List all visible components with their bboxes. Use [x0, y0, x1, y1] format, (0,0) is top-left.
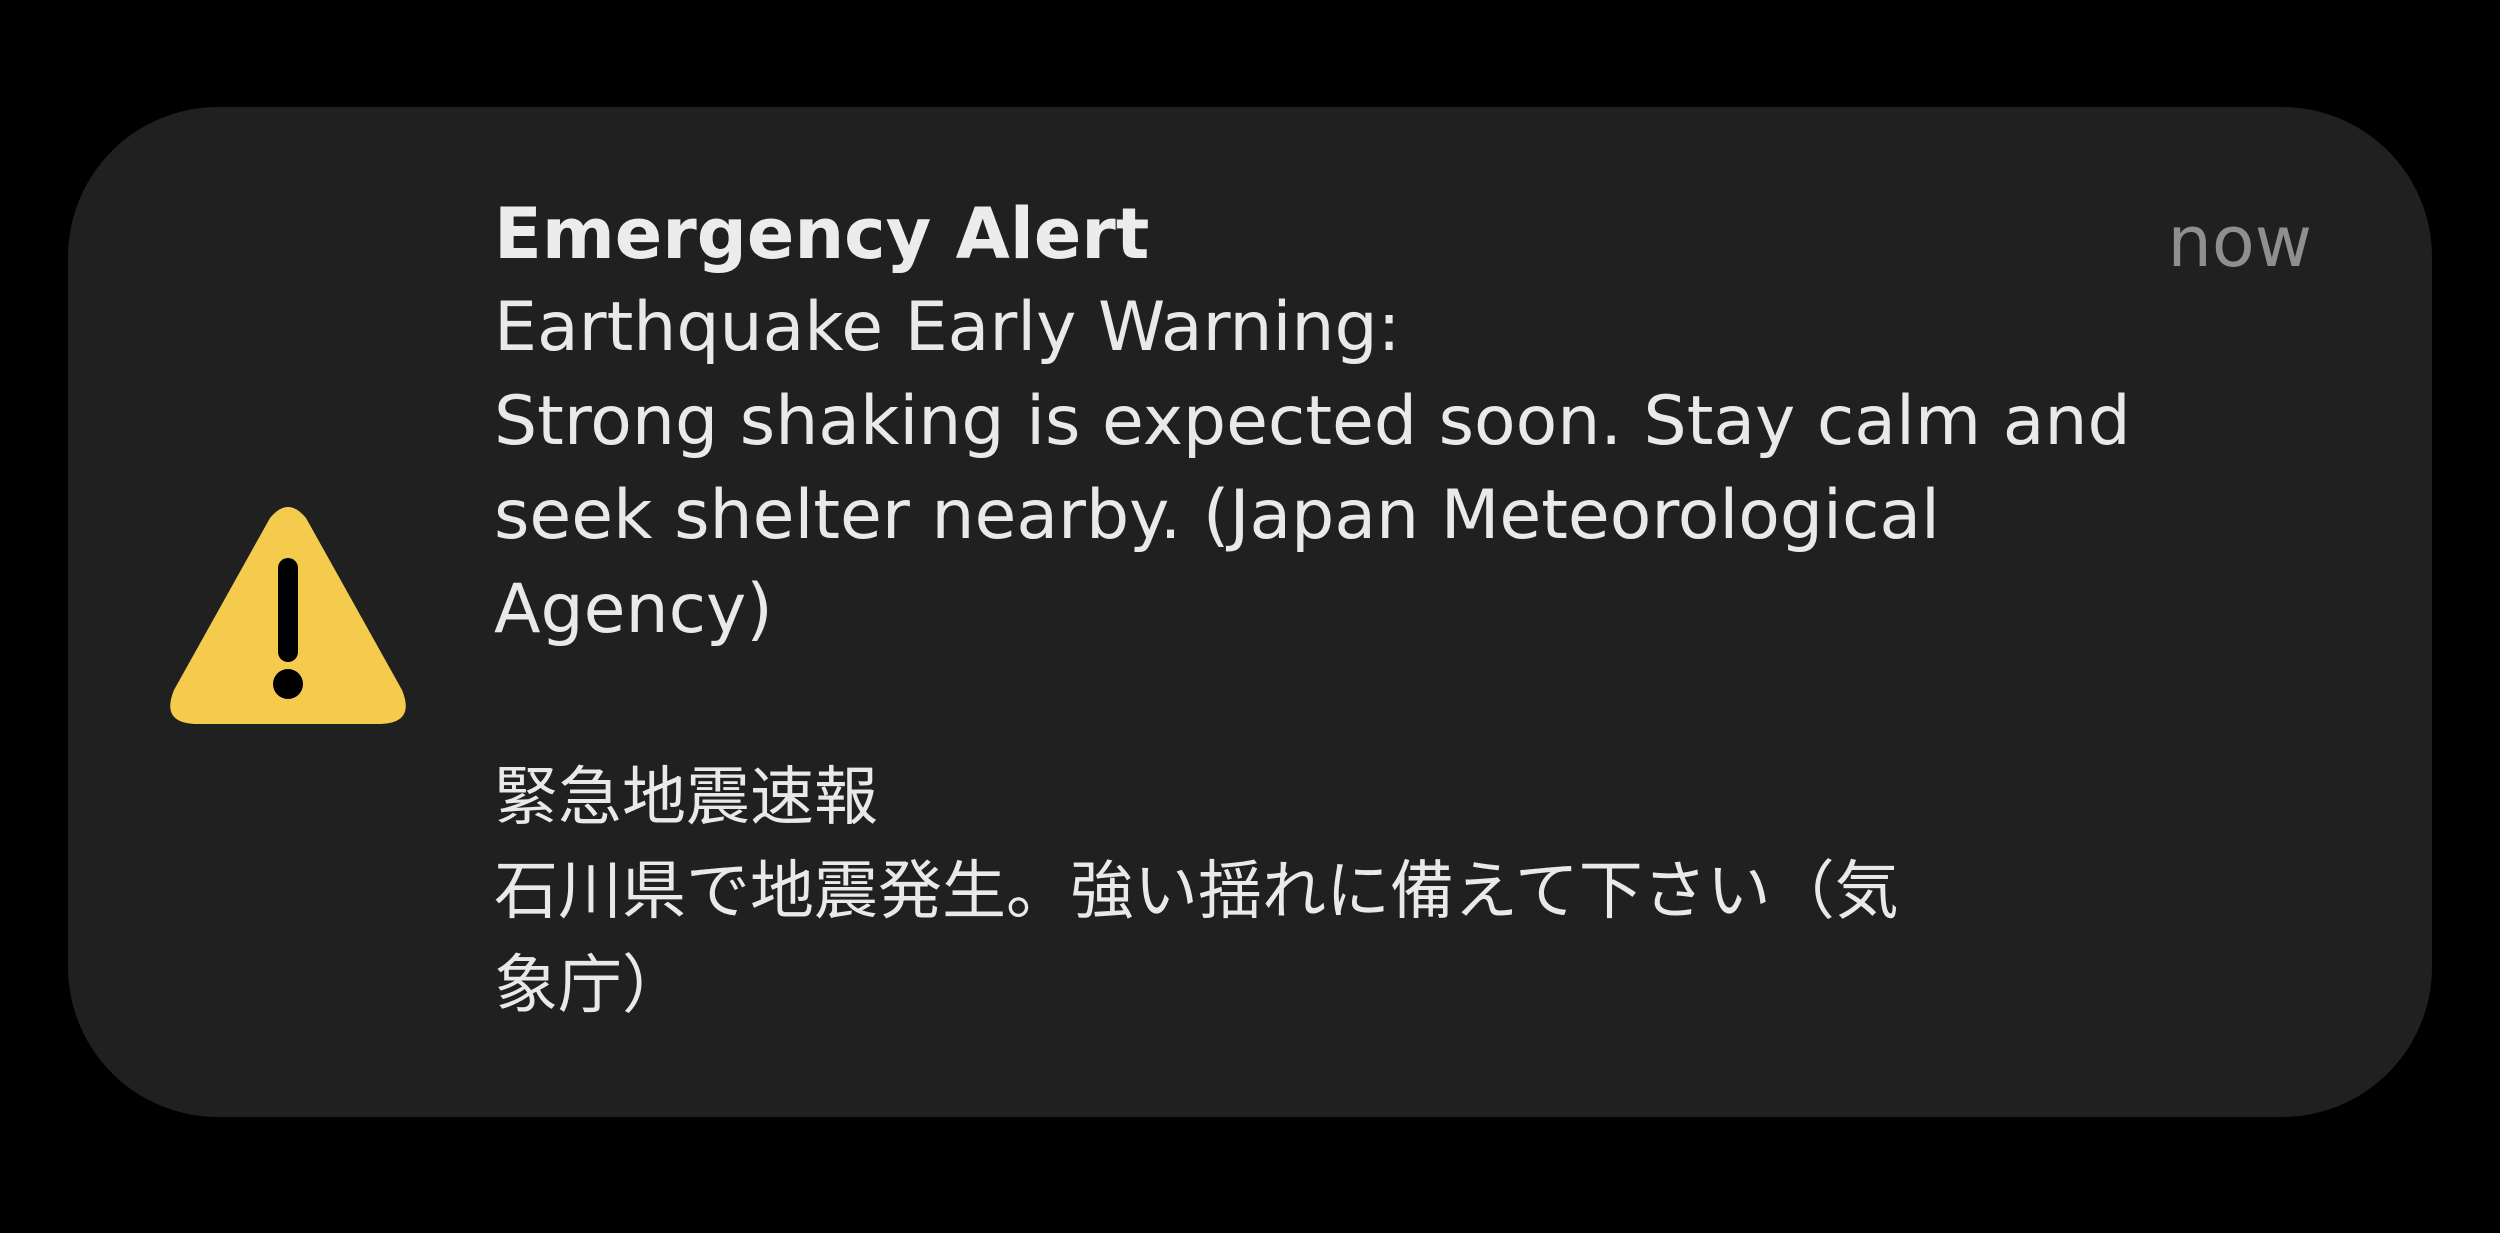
body-en-line: seek shelter nearby. (Japan Meteorologic… — [494, 476, 1940, 555]
warning-triangle-icon — [170, 507, 406, 724]
body-ja-heading: 緊急地震速報 — [494, 761, 878, 835]
notification-content: Emergency Alert Earthquake Early Warning… — [494, 187, 2344, 1033]
body-en-line: Agency) — [494, 570, 773, 649]
notification-body-japanese: 緊急地震速報 石川県で地震発生。強い揺れに備えて下さい（気 象庁） — [494, 751, 2344, 1033]
body-ja-line: 象庁） — [494, 949, 686, 1023]
exclamation-dot — [273, 669, 303, 699]
body-en-line: Strong shaking is expected soon. Stay ca… — [494, 382, 2131, 461]
body-en-heading: Earthquake Early Warning: — [494, 288, 1401, 367]
emergency-alert-notification[interactable]: now Emergency Alert Earthquake Early War… — [68, 107, 2432, 1117]
body-ja-line: 石川県で地震発生。強い揺れに備えて下さい（気 — [494, 855, 1899, 929]
exclamation-bar — [278, 558, 298, 662]
notification-body-english: Earthquake Early Warning: Strong shaking… — [494, 281, 2324, 657]
notification-title: Emergency Alert — [494, 193, 1150, 275]
